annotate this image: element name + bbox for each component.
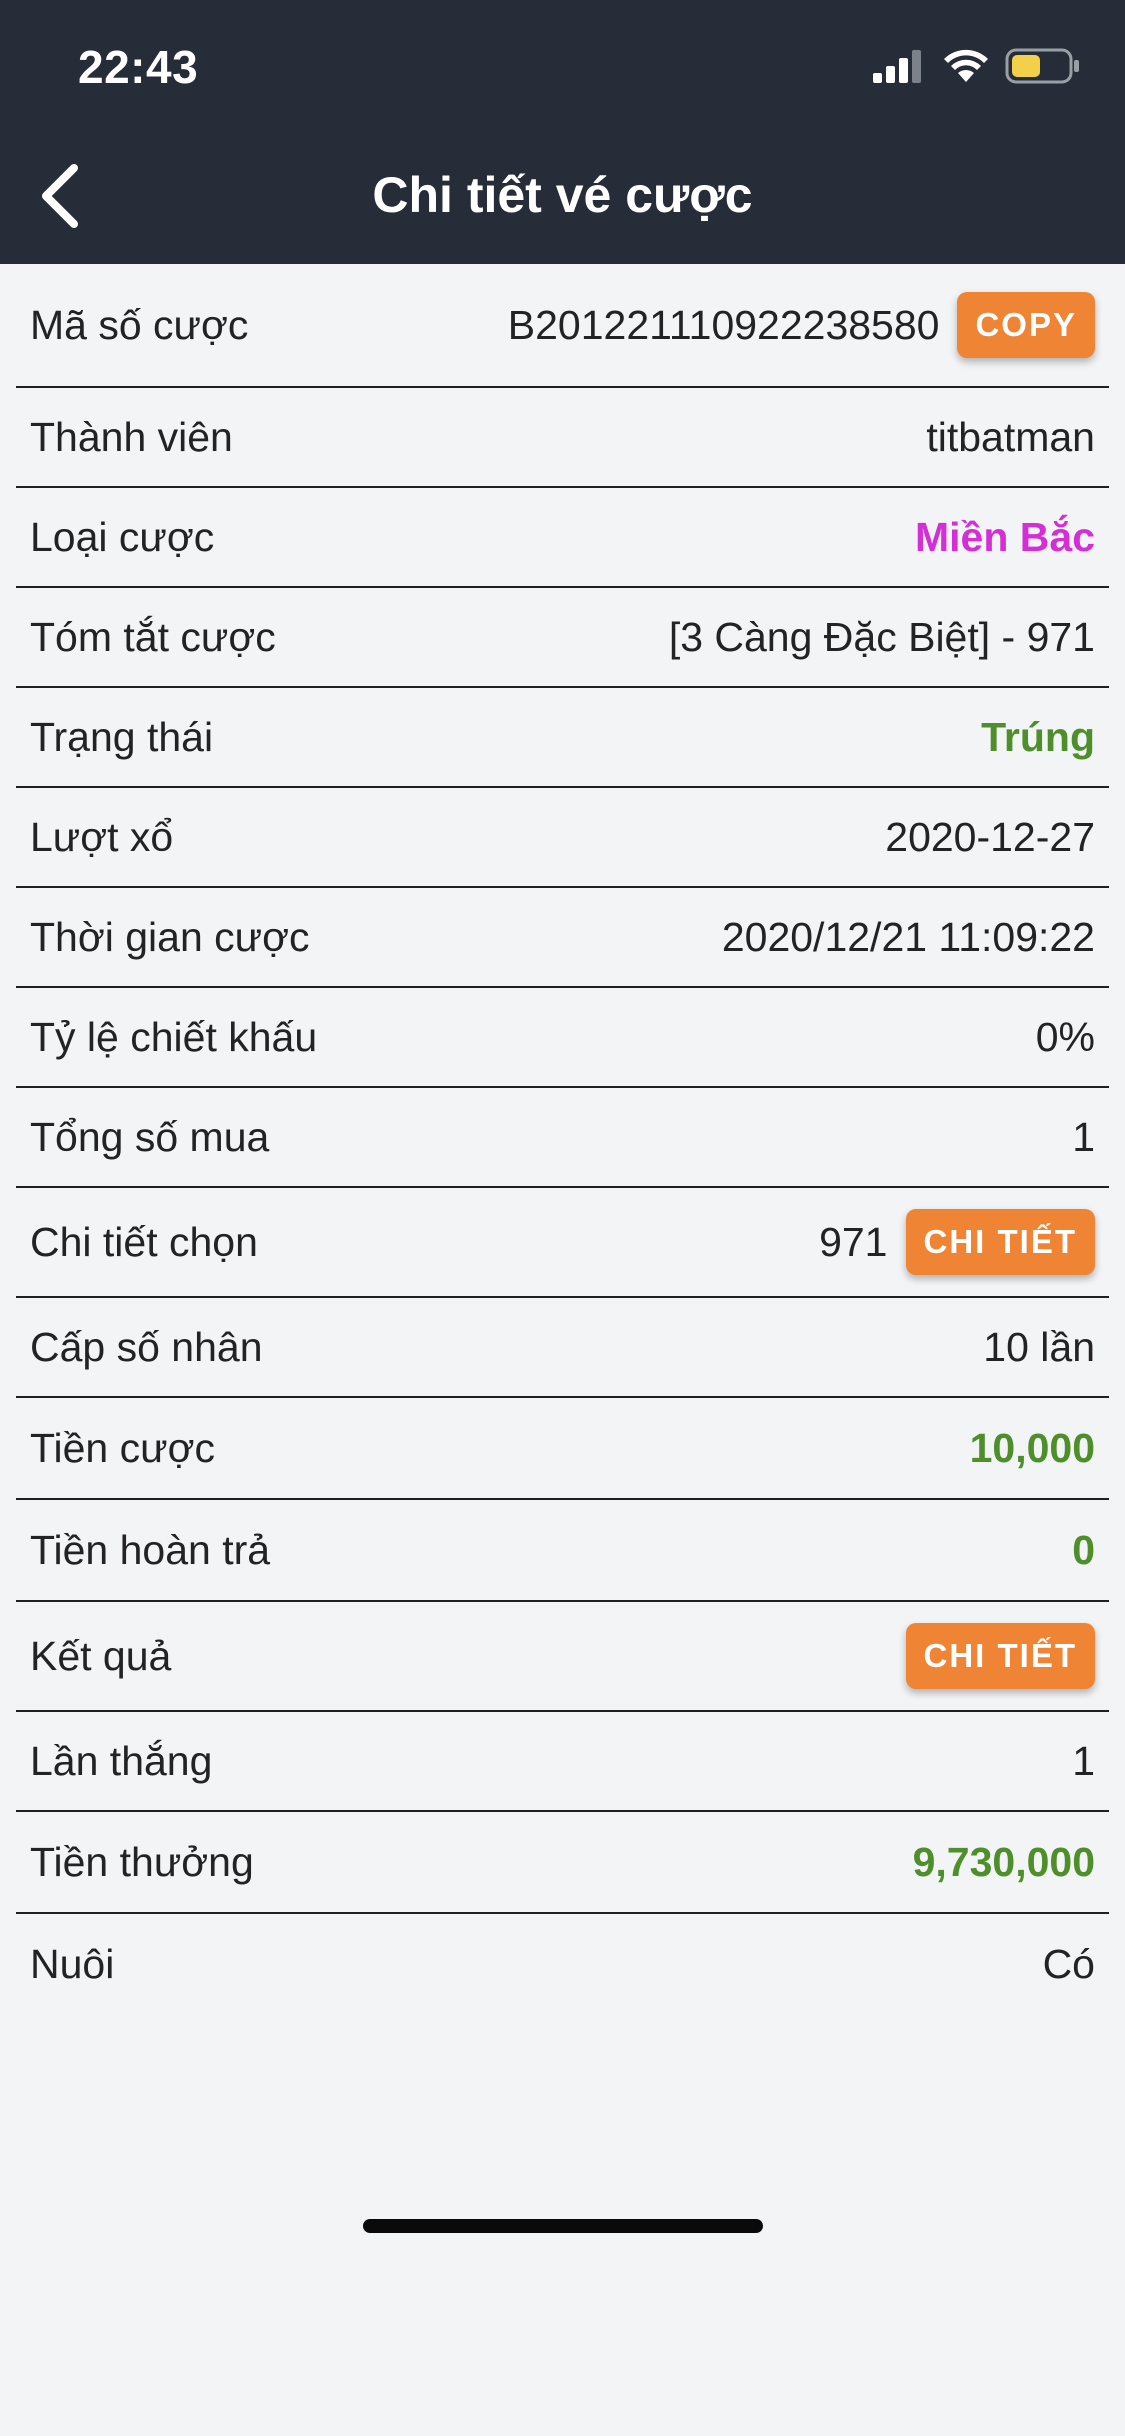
row-draw-date: Lượt xổ 2020-12-27 (16, 788, 1109, 888)
row-bet-amount: Tiền cược 10,000 (16, 1398, 1109, 1500)
row-status: Trạng thái Trúng (16, 688, 1109, 788)
row-selection-detail: Chi tiết chọn 971 CHI TIẾT (16, 1188, 1109, 1298)
label-selection-detail: Chi tiết chọn (30, 1218, 258, 1265)
status-icons (873, 48, 1081, 84)
bet-detail-list: Mã số cược B201221110922238580 COPY Thàn… (16, 264, 1109, 2014)
label-draw-date: Lượt xổ (30, 813, 174, 860)
value-discount-rate: 0% (1035, 1013, 1095, 1060)
value-prize: 9,730,000 (912, 1838, 1095, 1885)
row-prize: Tiền thưởng 9,730,000 (16, 1812, 1109, 1914)
value-bet-amount: 10,000 (969, 1424, 1095, 1471)
value-selection-detail: 971 (819, 1218, 888, 1265)
home-indicator (363, 2219, 763, 2233)
label-bet-time: Thời gian cược (30, 913, 310, 960)
value-bet-code: B201221110922238580 (507, 301, 940, 348)
cellular-signal-icon (873, 50, 921, 83)
row-member: Thành viên titbatman (16, 388, 1109, 488)
label-status: Trạng thái (30, 713, 214, 760)
value-bet-time: 2020/12/21 11:09:22 (721, 913, 1095, 960)
value-bet-summary: [3 Càng Đặc Biệt] - 971 (668, 613, 1095, 660)
label-refund: Tiền hoàn trả (30, 1526, 271, 1573)
value-total-bought: 1 (1072, 1113, 1095, 1160)
label-bet-amount: Tiền cược (30, 1424, 215, 1471)
label-bet-type: Loại cược (30, 513, 215, 560)
value-status: Trúng (981, 713, 1095, 760)
row-bet-type: Loại cược Miền Bắc (16, 488, 1109, 588)
status-time: 22:43 (78, 41, 199, 93)
selection-detail-button[interactable]: CHI TIẾT (905, 1209, 1095, 1275)
row-multiplier: Cấp số nhân 10 lần (16, 1298, 1109, 1398)
row-bet-code: Mã số cược B201221110922238580 COPY (16, 264, 1109, 388)
row-bet-summary: Tóm tắt cược [3 Càng Đặc Biệt] - 971 (16, 588, 1109, 688)
label-nurture: Nuôi (30, 1940, 115, 1987)
wifi-icon (944, 49, 988, 82)
row-bet-time: Thời gian cược 2020/12/21 11:09:22 (16, 888, 1109, 988)
value-member: titbatman (926, 413, 1095, 460)
row-win-count: Lần thắng 1 (16, 1712, 1109, 1812)
value-win-count: 1 (1072, 1737, 1095, 1784)
label-result: Kết quả (30, 1632, 172, 1679)
label-discount-rate: Tỷ lệ chiết khấu (30, 1013, 318, 1060)
value-draw-date: 2020-12-27 (885, 813, 1095, 860)
row-nurture: Nuôi Có (16, 1914, 1109, 2014)
row-total-bought: Tổng số mua 1 (16, 1088, 1109, 1188)
label-bet-code: Mã số cược (30, 301, 249, 348)
row-result: Kết quả CHI TIẾT (16, 1602, 1109, 1712)
value-bet-type: Miền Bắc (915, 513, 1095, 560)
value-multiplier: 10 lần (983, 1323, 1095, 1370)
label-total-bought: Tổng số mua (30, 1113, 270, 1160)
page-title: Chi tiết vé cược (372, 167, 753, 223)
row-refund: Tiền hoàn trả 0 (16, 1500, 1109, 1602)
label-win-count: Lần thắng (30, 1737, 213, 1784)
label-bet-summary: Tóm tắt cược (30, 613, 276, 660)
result-detail-button[interactable]: CHI TIẾT (905, 1623, 1095, 1689)
label-prize: Tiền thưởng (30, 1838, 254, 1885)
label-member: Thành viên (30, 413, 233, 460)
value-nurture: Có (1042, 1940, 1095, 1987)
copy-button[interactable]: COPY (957, 292, 1095, 358)
label-multiplier: Cấp số nhân (30, 1323, 263, 1370)
row-discount-rate: Tỷ lệ chiết khấu 0% (16, 988, 1109, 1088)
top-bar: 22:43 Chi tiết vé cược (0, 0, 1125, 264)
value-refund: 0 (1072, 1526, 1095, 1573)
battery-icon (1005, 48, 1079, 84)
